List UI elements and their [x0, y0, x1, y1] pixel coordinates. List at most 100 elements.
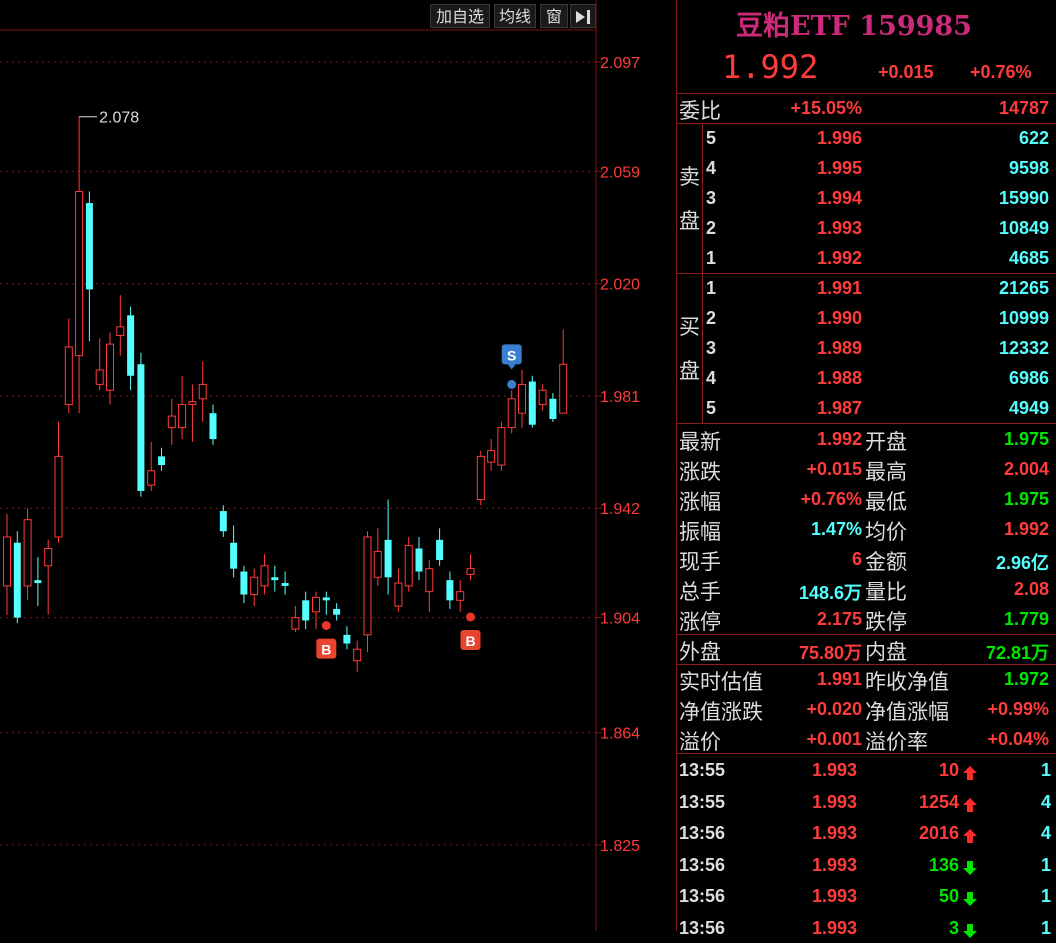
candlestick-chart[interactable]: 2.097 2.059 2.020 1.981 1.942 1.904 1.864 1.825… — [0, 0, 676, 931]
tick-count: 1 — [1040, 760, 1051, 780]
buy-side-label: 买 — [679, 315, 700, 339]
stat-label: 涨停 — [679, 610, 721, 634]
candle-body-up — [116, 326, 125, 336]
candle-body-up — [476, 455, 485, 501]
sell-price: 1.996 — [816, 128, 862, 148]
candle-body-down — [281, 583, 289, 586]
buy-level: 2 — [706, 308, 717, 328]
stat-label: 均价 — [865, 520, 907, 544]
section-divider — [676, 273, 1056, 274]
tick-count: 1 — [1040, 886, 1051, 906]
arrow-up-icon — [962, 797, 978, 813]
arrow-right-bar-icon[interactable] — [570, 4, 596, 28]
nav-label: 溢价率 — [865, 730, 928, 754]
candle-body-up — [353, 648, 362, 662]
candle-body-up — [23, 519, 32, 587]
sell-volume: 15990 — [998, 188, 1049, 208]
buy-signal-label: B — [465, 633, 475, 649]
stat-value: 2.175 — [816, 609, 862, 629]
candle-body-up — [3, 536, 11, 587]
stat-label: 最新 — [679, 430, 721, 454]
stat-label: 金额 — [865, 550, 907, 574]
candle-body-up — [167, 415, 176, 429]
candle-body-down — [446, 580, 454, 601]
candle-body-down — [209, 413, 217, 440]
inner-volume-value: 72.81万 — [985, 643, 1049, 663]
stat-label: 现手 — [679, 550, 721, 574]
tick-count: 4 — [1040, 823, 1051, 843]
arrow-down-icon — [962, 860, 978, 876]
tick-time: 13:55 — [679, 791, 726, 812]
y-tick-label: 2.020 — [600, 277, 640, 294]
tick-time: 13:56 — [679, 917, 726, 938]
stat-value: +0.015 — [806, 459, 862, 479]
stat-value: 1.47% — [810, 519, 862, 539]
candle-body-up — [456, 591, 465, 601]
candle-body-up — [373, 550, 382, 578]
nav-value: +0.99% — [987, 699, 1049, 719]
current-price: 1.992 — [722, 48, 819, 86]
buy-level: 4 — [706, 368, 717, 388]
tick-time: 13:56 — [679, 854, 726, 875]
candle-body-up — [404, 545, 413, 587]
tick-volume: 3 — [948, 917, 959, 938]
tick-count: 1 — [1040, 854, 1051, 875]
candle-body-down — [137, 364, 145, 491]
section-divider — [676, 664, 1056, 665]
nav-label: 净值涨幅 — [865, 700, 949, 724]
section-divider — [676, 634, 1056, 635]
candle-body-up — [538, 389, 547, 406]
sell-side-label: 卖 — [679, 165, 700, 189]
buy-side-label: 盘 — [679, 359, 700, 383]
orderbook-side-divider — [702, 273, 703, 423]
y-tick-label: 2.097 — [600, 55, 640, 72]
stat-label: 总手 — [679, 580, 721, 604]
add-watchlist-button[interactable]: 加自选 — [430, 4, 490, 28]
candle-body-up — [54, 455, 63, 538]
sell-signal-pointer — [507, 364, 516, 370]
candle-body-down — [302, 600, 310, 621]
candle-body-up — [44, 547, 53, 567]
moving-average-button[interactable]: 均线 — [494, 4, 536, 28]
candle-body-down — [384, 539, 392, 578]
candle-body-up — [95, 369, 104, 385]
y-tick-label: 1.825 — [600, 838, 640, 855]
candle-body-up — [394, 582, 403, 607]
weibi-diff: 14787 — [998, 98, 1049, 118]
price-change: +0.015 — [878, 62, 934, 82]
candle-body-down — [219, 511, 227, 532]
outer-volume-value: 75.80万 — [798, 643, 862, 663]
arrow-up-icon — [962, 828, 978, 844]
buy-volume: 12332 — [998, 338, 1049, 358]
nav-label: 昨收净值 — [865, 670, 949, 694]
stat-value: +0.76% — [800, 489, 862, 509]
arrow-down-icon — [962, 891, 978, 907]
buy-price: 1.991 — [816, 278, 862, 298]
y-tick-label: 1.981 — [600, 389, 640, 406]
stat-value: 1.975 — [1003, 429, 1049, 449]
section-divider — [676, 753, 1056, 754]
stat-value: 2.004 — [1003, 459, 1049, 479]
stat-label: 开盘 — [865, 430, 907, 454]
buy-signal-label: B — [321, 642, 331, 658]
sell-price: 1.992 — [816, 248, 862, 268]
sell-volume: 4685 — [1008, 248, 1049, 268]
nav-label: 净值涨跌 — [679, 700, 763, 724]
tick-time: 13:56 — [679, 823, 726, 843]
buy-volume: 21265 — [998, 278, 1049, 298]
candle-body-down — [230, 542, 238, 569]
candle-body-down — [528, 381, 536, 425]
buy-signal-dot — [321, 621, 331, 631]
sell-level: 2 — [706, 218, 717, 238]
tick-time: 13:56 — [679, 886, 726, 906]
orderbook-side-divider — [702, 123, 703, 273]
window-button[interactable]: 窗 — [540, 4, 568, 28]
nav-label: 实时估值 — [679, 670, 763, 694]
buy-level: 5 — [706, 398, 717, 418]
sell-signal-label: S — [507, 347, 516, 363]
stat-value: 1.992 — [816, 429, 862, 449]
sell-volume: 622 — [1018, 128, 1049, 148]
buy-level: 1 — [706, 278, 717, 298]
sell-signal-dot — [507, 379, 517, 389]
candle-body-up — [559, 363, 568, 414]
